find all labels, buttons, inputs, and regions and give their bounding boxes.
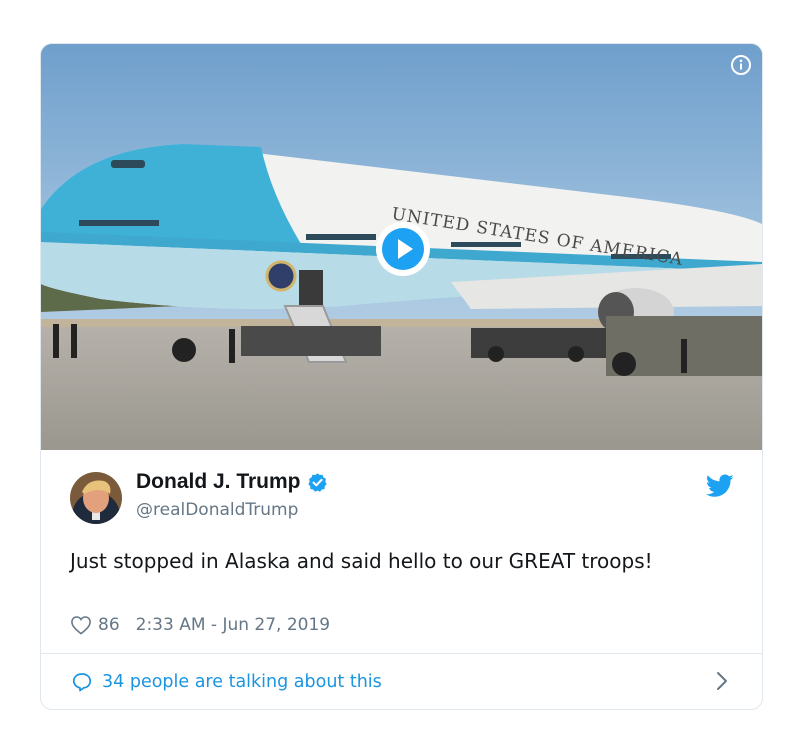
- verified-icon: [307, 472, 327, 492]
- tweet-meta: 86 2:33 AM - Jun 27, 2019: [70, 615, 330, 635]
- twitter-bird-icon[interactable]: [706, 474, 734, 498]
- play-button[interactable]: [374, 220, 432, 278]
- like-count[interactable]: 86: [98, 615, 120, 635]
- video-media[interactable]: UNITED STATES OF AMERICA: [41, 44, 762, 450]
- display-name-text[interactable]: Donald J. Trump: [136, 470, 301, 494]
- timestamp[interactable]: 2:33 AM - Jun 27, 2019: [136, 615, 331, 635]
- display-name[interactable]: Donald J. Trump: [136, 470, 328, 494]
- info-icon[interactable]: [730, 54, 752, 76]
- user-handle[interactable]: @realDonaldTrump: [136, 500, 298, 520]
- conversation-count-text[interactable]: 34 people are talking about this: [102, 672, 382, 692]
- tweet-text: Just stopped in Alaska and said hello to…: [70, 549, 653, 573]
- embedded-tweet-card: UNITED STATES OF AMERICA Donald J. Trump: [40, 43, 763, 710]
- chevron-right-icon[interactable]: [716, 671, 728, 691]
- avatar[interactable]: [70, 472, 122, 524]
- heart-icon[interactable]: [70, 615, 92, 635]
- speech-bubble-icon: [72, 673, 92, 692]
- tweet-body: Donald J. Trump @realDonaldTrump Just st…: [41, 450, 762, 653]
- conversation-link[interactable]: 34 people are talking about this: [41, 653, 762, 709]
